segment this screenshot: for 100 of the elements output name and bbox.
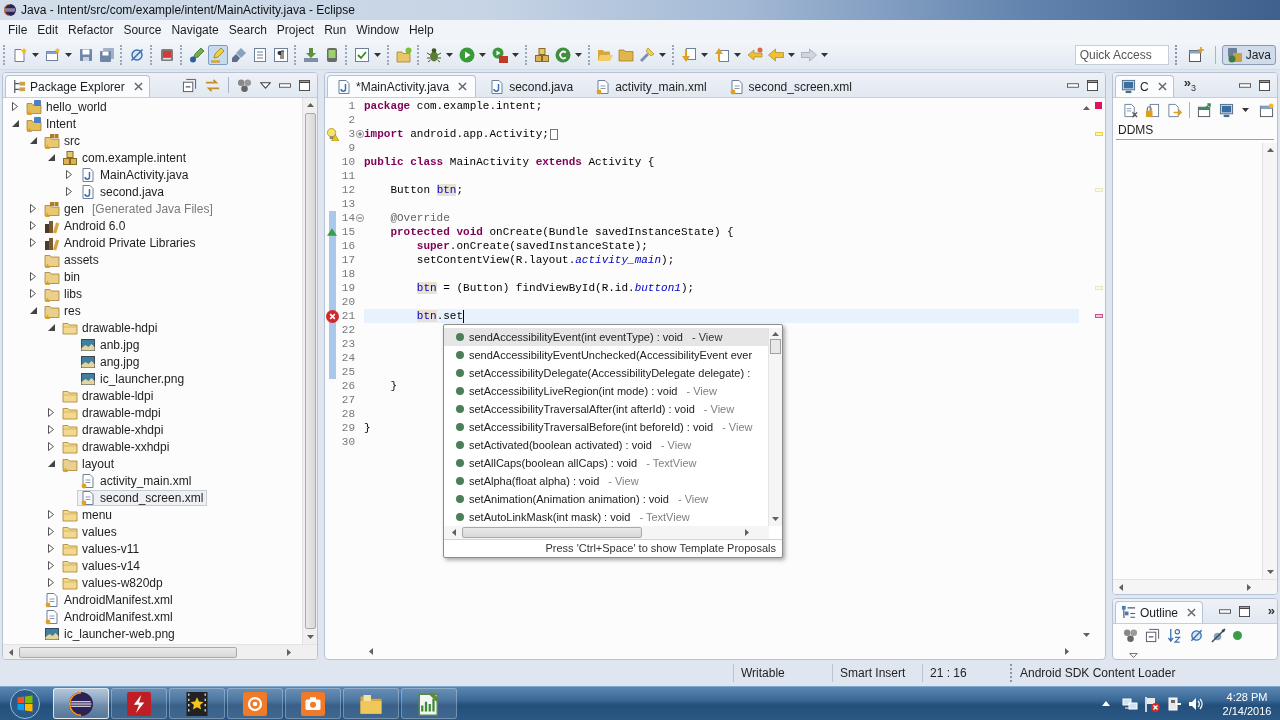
taskbar-button[interactable] bbox=[285, 688, 341, 719]
expand-triangle-icon[interactable] bbox=[48, 425, 54, 434]
completion-item[interactable]: setActivated(boolean activated) : void - View bbox=[444, 436, 768, 454]
completion-item[interactable]: setAlpha(float alpha) : void - View bbox=[444, 472, 768, 490]
expand-triangle-icon[interactable] bbox=[30, 272, 36, 281]
view-tab[interactable]: C bbox=[1115, 75, 1174, 97]
dropdown-caret-icon[interactable] bbox=[32, 52, 39, 57]
close-icon[interactable] bbox=[458, 82, 468, 91]
scroll-up-arrow-icon[interactable] bbox=[1082, 106, 1090, 110]
scroll-left-arrow-icon[interactable] bbox=[369, 648, 373, 655]
view-tab[interactable]: Package Explorer bbox=[5, 75, 150, 97]
completion-item[interactable]: sendAccessibilityEvent(int eventType) : void - View bbox=[444, 328, 768, 346]
window-icon[interactable] bbox=[1259, 102, 1274, 118]
scroll-up-arrow-icon[interactable] bbox=[772, 332, 779, 336]
dots-cluster-icon[interactable] bbox=[1123, 627, 1138, 643]
tree-item[interactable]: drawable-xxhdpi bbox=[59, 438, 174, 455]
collapse-triangle-icon[interactable] bbox=[47, 460, 55, 467]
collapse-triangle-icon[interactable] bbox=[29, 307, 37, 314]
dropdown-caret-icon[interactable] bbox=[788, 52, 795, 57]
tree-item[interactable]: drawable-ldpi bbox=[59, 387, 158, 404]
editor-tab[interactable]: activity_main.xml bbox=[586, 75, 716, 97]
taskbar-button[interactable] bbox=[53, 688, 109, 719]
close-icon[interactable] bbox=[1157, 82, 1167, 91]
tree-item[interactable]: second_screen.xml bbox=[77, 489, 208, 506]
monitor-icon[interactable] bbox=[1219, 102, 1234, 118]
dropdown-caret-icon[interactable] bbox=[659, 52, 666, 57]
start-orb-icon[interactable] bbox=[10, 688, 40, 719]
minimize-icon[interactable] bbox=[1239, 82, 1251, 88]
close-icon[interactable] bbox=[1187, 608, 1197, 617]
tree-item[interactable]: values-w820dp bbox=[59, 574, 167, 591]
tree-item[interactable]: values-v14 bbox=[59, 557, 145, 574]
maximize-icon[interactable] bbox=[1087, 79, 1098, 91]
tree-item[interactable]: menu bbox=[59, 506, 117, 523]
app-menu-item[interactable]: Edit bbox=[32, 21, 64, 39]
padlock-page-icon[interactable] bbox=[1145, 102, 1160, 118]
close-icon[interactable] bbox=[133, 82, 143, 91]
flag-cross-icon[interactable] bbox=[1144, 695, 1160, 712]
tree-item[interactable]: AndroidManifest.xml bbox=[41, 591, 177, 608]
maximize-icon[interactable] bbox=[1259, 79, 1270, 91]
dropdown-caret-icon[interactable] bbox=[575, 52, 582, 57]
scroll-down-arrow-icon[interactable] bbox=[1266, 570, 1274, 574]
tree-item[interactable]: activity_main.xml bbox=[77, 472, 196, 489]
tree-item[interactable]: ic_launcher-web.png bbox=[41, 625, 179, 642]
scrollbar-thumb[interactable] bbox=[462, 527, 642, 538]
editor-tab[interactable]: second.java bbox=[480, 75, 583, 97]
scrollbar-thumb[interactable] bbox=[770, 339, 781, 354]
completion-item[interactable]: setAccessibilityTraversalBefore(int beforeId) : void - View bbox=[444, 418, 768, 436]
page-arrow-icon[interactable] bbox=[1167, 102, 1182, 118]
collapse-all-icon[interactable] bbox=[182, 77, 197, 93]
collapse-triangle-icon[interactable] bbox=[47, 324, 55, 331]
page-cross-icon[interactable] bbox=[1123, 102, 1138, 118]
tree-item[interactable]: values bbox=[59, 523, 121, 540]
app-menu-item[interactable]: File bbox=[3, 21, 33, 39]
tree-item[interactable]: Android 6.0 bbox=[41, 217, 130, 234]
taskbar-button[interactable] bbox=[169, 688, 225, 719]
app-menu-item[interactable]: Window bbox=[351, 21, 404, 39]
dropdown-caret-icon[interactable] bbox=[512, 52, 519, 57]
minimize-icon[interactable] bbox=[1067, 82, 1079, 88]
collapse-triangle-icon[interactable] bbox=[11, 120, 19, 127]
scroll-right-arrow-icon[interactable] bbox=[1247, 583, 1251, 591]
tree-item[interactable]: second.java bbox=[77, 183, 169, 200]
fold-plus-icon[interactable] bbox=[355, 130, 364, 138]
tree-item[interactable]: bin bbox=[41, 268, 84, 285]
dots-cluster-icon[interactable] bbox=[237, 77, 252, 93]
more-views-button[interactable]: » bbox=[1267, 604, 1275, 618]
tree-item[interactable]: AndroidManifest.xml bbox=[41, 608, 177, 625]
folded-code-icon[interactable] bbox=[549, 128, 558, 140]
scroll-right-arrow-icon[interactable] bbox=[745, 529, 749, 536]
editor-tab[interactable]: second_screen.xml bbox=[719, 75, 861, 97]
collapse-triangle-icon[interactable] bbox=[47, 154, 55, 161]
highlighter-icon[interactable] bbox=[208, 44, 228, 65]
scroll-down-arrow-icon[interactable] bbox=[772, 517, 779, 521]
tree-item[interactable]: res bbox=[41, 302, 85, 319]
app-menu-item[interactable]: Search bbox=[223, 21, 272, 39]
clock-date[interactable]: 2/14/2016 bbox=[1222, 703, 1272, 718]
app-menu-item[interactable]: Project bbox=[271, 21, 320, 39]
expand-triangle-icon[interactable] bbox=[48, 561, 54, 570]
dropdown-caret-icon[interactable] bbox=[374, 52, 381, 57]
tree-item[interactable]: anb.jpg bbox=[77, 336, 144, 353]
dropdown-caret-icon[interactable] bbox=[446, 52, 453, 57]
tree-item[interactable]: drawable-mdpi bbox=[59, 404, 165, 421]
tree-item[interactable]: drawable-hdpi bbox=[59, 319, 162, 336]
power-plug-icon[interactable] bbox=[1166, 695, 1182, 712]
app-menu-item[interactable]: Help bbox=[403, 21, 439, 39]
dropdown-caret-icon[interactable] bbox=[65, 52, 72, 57]
expand-triangle-icon[interactable] bbox=[48, 578, 54, 587]
taskbar-button[interactable] bbox=[401, 688, 457, 719]
dropdown-caret-icon[interactable] bbox=[821, 52, 828, 57]
more-views-button[interactable]: »$_{3}$ bbox=[1183, 75, 1196, 95]
expand-triangle-icon[interactable] bbox=[48, 527, 54, 536]
scroll-up-arrow-icon[interactable] bbox=[1266, 148, 1274, 152]
scroll-left-arrow-icon[interactable] bbox=[1119, 583, 1123, 591]
scroll-down-arrow-icon[interactable] bbox=[306, 635, 314, 639]
completion-item[interactable]: setAccessibilityTraversalAfter(int afterId) : void - View bbox=[444, 400, 768, 418]
scroll-right-arrow-icon[interactable] bbox=[1065, 648, 1069, 655]
tree-item[interactable]: gen [Generated Java Files] bbox=[41, 200, 217, 217]
scroll-left-arrow-icon[interactable] bbox=[452, 529, 456, 536]
maximize-icon[interactable] bbox=[299, 79, 310, 91]
tree-item[interactable]: drawable-xhdpi bbox=[59, 421, 168, 438]
circle-dot-icon[interactable] bbox=[1233, 630, 1242, 640]
